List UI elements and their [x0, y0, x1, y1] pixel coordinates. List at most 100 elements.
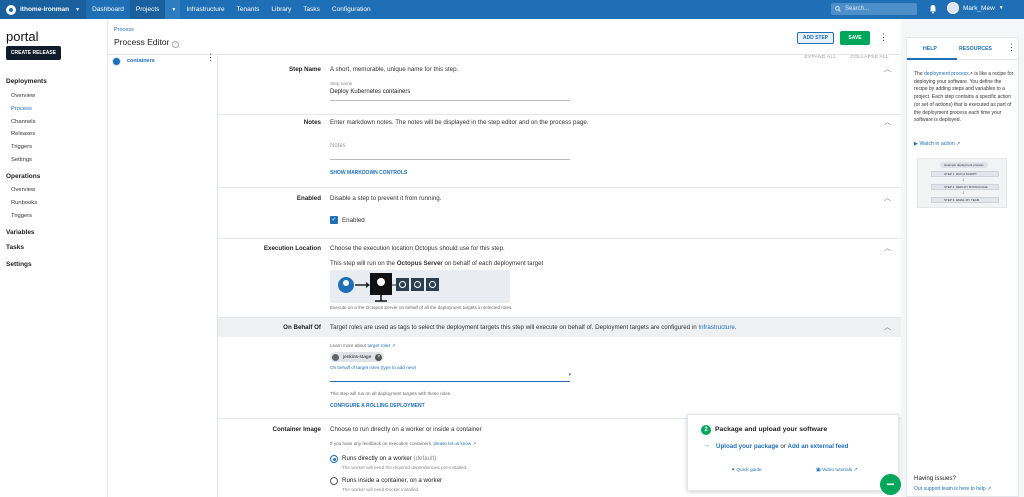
target-roles-link[interactable]: target roles: [368, 343, 391, 348]
feedback-link[interactable]: please let us know: [433, 441, 471, 446]
bell-icon[interactable]: [929, 4, 937, 14]
user-menu[interactable]: Mark_Mew ▼: [947, 2, 1004, 14]
chevron-up-icon[interactable]: ︿: [884, 322, 891, 332]
video-tutorials-link[interactable]: ▣ Video tutorials ↗: [816, 468, 858, 473]
sidebar-item-settings[interactable]: Settings: [11, 157, 32, 163]
notes-textarea[interactable]: Notes: [330, 143, 346, 149]
search-icon: [835, 6, 841, 12]
chevron-up-icon[interactable]: ︿: [884, 117, 891, 127]
enabled-checkbox-label: Enabled: [342, 217, 365, 224]
chevron-down-icon[interactable]: ▾: [568, 372, 571, 378]
nav-projects[interactable]: Projects: [129, 0, 166, 19]
sidebar-item-operations-overview[interactable]: Overview: [11, 187, 35, 193]
section-description: Choose to run directly on a worker or in…: [330, 426, 482, 433]
runs-in-container-label: Runs inside a container, on a worker: [342, 477, 443, 484]
section-enabled: Enabled Disable a step to prevent it fro…: [218, 188, 901, 239]
behalf-note: This step will run on all deployment tar…: [330, 391, 452, 396]
nav-configuration[interactable]: Configuration: [326, 0, 377, 19]
quick-guide-link[interactable]: ✦ Quick guide: [731, 468, 762, 473]
learn-target-roles: Learn more about target roles ↗: [330, 343, 396, 349]
sidebar-item-releases[interactable]: Releases: [11, 131, 35, 137]
projects-dropdown-toggle[interactable]: ▼: [165, 0, 181, 19]
example-step-3: STEP 3. EMAIL MY TEAM: [931, 197, 999, 203]
or-text: or: [778, 443, 788, 450]
step-more-icon[interactable]: ⋮: [206, 53, 215, 62]
help-icon[interactable]: ?: [172, 41, 180, 48]
example-process-image: Example deployment process STEP 1. RUN A…: [917, 158, 1007, 208]
tab-help[interactable]: HELP: [923, 46, 937, 52]
collapse-getting-started-button[interactable]: −: [880, 474, 901, 495]
help-more-icon[interactable]: ⋮: [1007, 43, 1016, 52]
step-list: containers ⋮: [108, 53, 218, 497]
infrastructure-link[interactable]: Infrastructure: [698, 324, 734, 331]
execution-summary-target: Octopus Server: [396, 260, 443, 267]
section-label: Execution Location: [263, 245, 321, 252]
section-step-name: Step Name A short, memorable, unique nam…: [218, 60, 901, 115]
nav-library[interactable]: Library: [265, 0, 297, 19]
chevron-down-icon: ▼: [75, 6, 81, 13]
sidebar-section-operations[interactable]: Operations: [6, 173, 40, 180]
nav-infrastructure[interactable]: Infrastructure: [180, 0, 230, 19]
execution-summary-suffix: on behalf of each deployment target: [442, 260, 544, 267]
watch-in-action-link[interactable]: ▶ Watch in action ↗: [914, 141, 961, 147]
support-link[interactable]: Our support team is here to help ↗: [914, 486, 991, 492]
enabled-checkbox[interactable]: ✓: [330, 216, 338, 224]
external-link-icon: ↗: [390, 343, 396, 348]
space-switcher[interactable]: ithome-ironman ▼: [0, 0, 87, 19]
nav-dashboard[interactable]: Dashboard: [86, 0, 130, 19]
page-title: Process Editor?: [114, 37, 180, 48]
runs-in-container-hint: The worker will need Docker installed.: [342, 487, 420, 492]
search-input[interactable]: Search...: [831, 3, 917, 15]
tab-resources[interactable]: RESOURCES: [959, 46, 992, 52]
example-step-1: STEP 1. RUN A SCRIPT: [931, 171, 999, 177]
more-options-icon[interactable]: ⋮: [879, 33, 888, 42]
runs-on-worker-radio[interactable]: [330, 455, 338, 463]
deployment-process-link[interactable]: deployment process: [924, 71, 969, 77]
create-release-button[interactable]: CREATE RELEASE: [6, 46, 61, 60]
octopus-logo-icon: [6, 4, 16, 15]
step-number-badge: 2: [701, 425, 711, 435]
page-header: Process Process Editor? ADD STEP SAVE ⋮: [108, 19, 901, 55]
section-label: Enabled: [296, 195, 321, 202]
sidebar-item-triggers[interactable]: Triggers: [11, 144, 32, 150]
sidebar-item-operations-triggers[interactable]: Triggers: [11, 213, 32, 219]
sidebar-section-variables[interactable]: Variables: [6, 229, 35, 236]
help-panel: HELP RESOURCES ⋮ The deployment process↗…: [906, 37, 1020, 497]
add-step-button[interactable]: ADD STEP: [797, 32, 834, 44]
chevron-up-icon[interactable]: ︿: [884, 193, 891, 203]
external-link-icon: ↗: [954, 141, 961, 147]
breadcrumb[interactable]: Process: [114, 27, 134, 33]
watch-label: Watch in action: [919, 141, 955, 147]
remove-chip-icon[interactable]: ×: [375, 353, 383, 361]
help-tabs: HELP RESOURCES ⋮: [907, 38, 1020, 60]
section-on-behalf-of: On Behalf Of Target roles are used as ta…: [218, 318, 901, 419]
sidebar-section-tasks[interactable]: Tasks: [6, 244, 24, 251]
external-link-icon: ↗: [471, 441, 477, 446]
upload-package-link[interactable]: Upload your package: [716, 443, 779, 450]
runs-on-worker-label: Runs directly on a worker (default): [342, 455, 436, 462]
section-description: Choose the execution location Octopus sh…: [330, 245, 505, 252]
kubernetes-step-icon: [112, 56, 121, 66]
help-footer-title: Having issues?: [914, 475, 956, 482]
sidebar-item-overview[interactable]: Overview: [11, 93, 35, 99]
execution-summary: This step will run on the Octopus Server…: [330, 260, 543, 267]
getting-started-card: 2 Package and upload your software → Upl…: [687, 414, 899, 491]
chevron-up-icon[interactable]: ︿: [884, 64, 891, 74]
runs-in-container-radio[interactable]: [330, 477, 338, 485]
step-name-input[interactable]: Deploy Kubernetes containers: [330, 89, 410, 95]
step-list-item[interactable]: containers: [112, 55, 212, 67]
sidebar-item-process[interactable]: Process: [11, 106, 32, 112]
save-button[interactable]: SAVE: [840, 31, 870, 45]
nav-tenants[interactable]: Tenants: [231, 0, 266, 19]
option1-text: Runs directly on a worker: [342, 455, 412, 462]
sidebar-section-settings[interactable]: Settings: [6, 261, 32, 268]
nav-tasks[interactable]: Tasks: [297, 0, 326, 19]
chevron-up-icon[interactable]: ︿: [884, 243, 891, 253]
sidebar-item-channels[interactable]: Channels: [11, 119, 36, 125]
configure-rolling-deployment-link[interactable]: CONFIGURE A ROLLING DEPLOYMENT: [330, 403, 425, 409]
add-external-feed-link[interactable]: Add an external feed: [788, 443, 849, 450]
show-markdown-controls-link[interactable]: SHOW MARKDOWN CONTROLS: [330, 170, 407, 176]
sidebar-item-runbooks[interactable]: Runbooks: [11, 200, 37, 206]
sidebar-section-deployments[interactable]: Deployments: [6, 78, 47, 85]
target-roles-input[interactable]: [330, 371, 570, 381]
